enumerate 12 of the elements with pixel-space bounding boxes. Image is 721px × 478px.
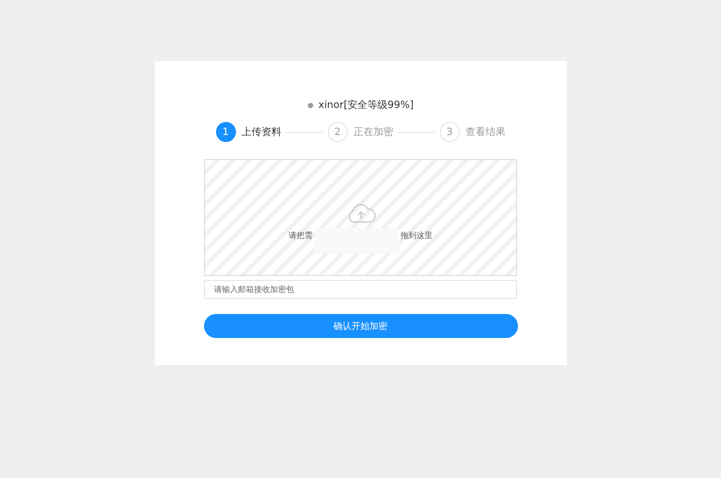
email-field[interactable]: 请输入邮箱接收加密包	[204, 280, 517, 299]
start-encrypt-button[interactable]: 确认开始加密	[204, 314, 518, 338]
step-number[interactable]: 1	[216, 122, 236, 142]
step-number[interactable]: 2	[328, 122, 348, 142]
step-label: 查看结果	[466, 126, 506, 139]
step-label: 正在加密	[354, 126, 394, 139]
step-label: 上传资料	[242, 126, 282, 139]
step-number[interactable]: 3	[440, 122, 460, 142]
hint-text: 拖到这里	[400, 230, 432, 241]
page-title: xinor[安全等级99%]	[318, 98, 414, 112]
hint-text: 请把需	[288, 230, 312, 241]
upload-dropzone[interactable]: 请把需 拖到这里	[204, 159, 517, 276]
